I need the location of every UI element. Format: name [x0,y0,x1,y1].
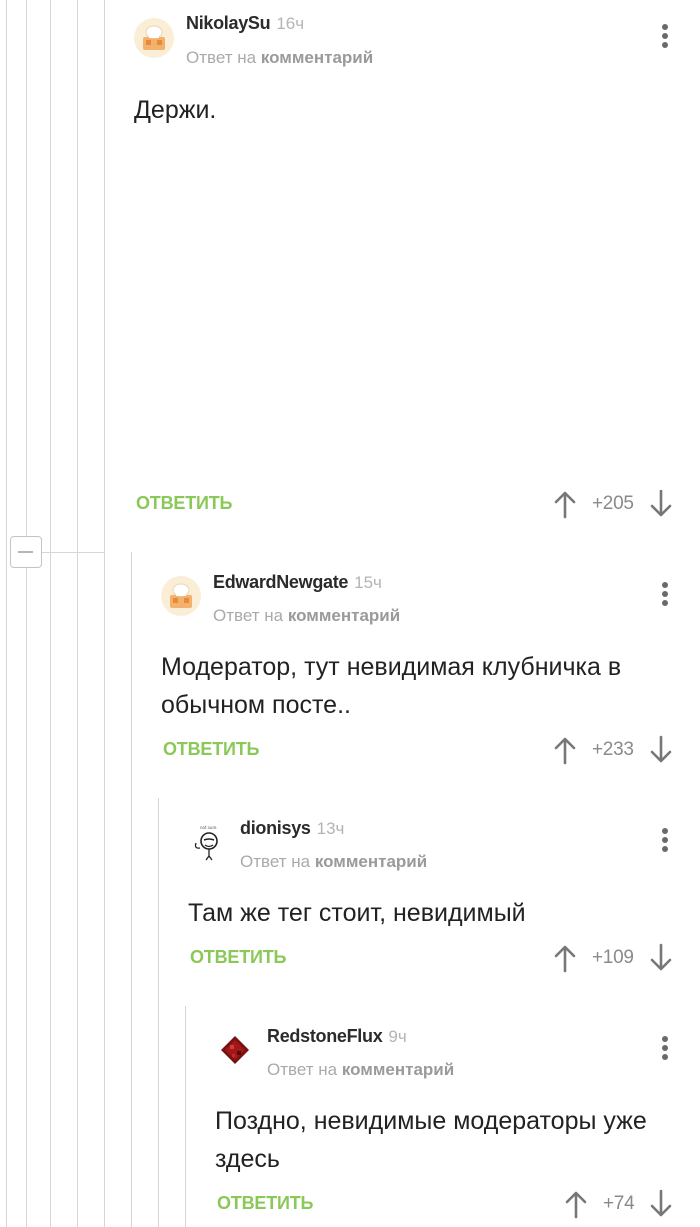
downvote-icon[interactable] [648,943,674,973]
comment-author[interactable]: dionisys 13ч [240,818,344,839]
thread-line [50,0,51,1227]
comment-author[interactable]: RedstoneFlux 9ч [267,1026,407,1047]
thread-line [158,798,159,1227]
rating: +74 [603,1193,635,1214]
reply-link[interactable]: комментарий [261,48,373,67]
chef-hat-avatar-icon[interactable] [134,18,174,58]
comment: EdwardNewgate 15ч Ответ на комментарий Мо… [161,560,700,780]
comment-time: 15ч [354,573,382,592]
reply-to-line: Ответ на комментарий [213,606,400,626]
thread-line [6,0,7,1227]
rating: +205 [592,493,634,514]
collapse-thread-button[interactable] [10,536,42,568]
comment-author[interactable]: EdwardNewgate 15ч [213,572,382,593]
reply-link[interactable]: комментарий [288,606,400,625]
thread-line [104,0,105,1227]
more-options-icon[interactable] [658,582,672,612]
comment-text: Там же тег стоит, невидимый [188,899,526,927]
upvote-icon[interactable] [552,489,578,519]
comment-author[interactable]: NikolaySu 16ч [186,13,304,34]
comment-time: 9ч [388,1027,407,1046]
reply-button[interactable]: ОТВЕТИТЬ [217,1193,313,1214]
reply-prefix: Ответ на [267,1060,338,1079]
chef-hat-avatar-icon[interactable] [161,576,201,616]
reply-to-line: Ответ на комментарий [267,1060,454,1080]
comment: RedstoneFlux 9ч Ответ на комментарий Позд… [215,1014,700,1227]
comment: NikolaySu 16ч Ответ на комментарий Держи.… [134,0,700,540]
reply-link[interactable]: комментарий [315,852,427,871]
downvote-icon[interactable] [648,489,674,519]
thread-line [77,0,78,1227]
svg-text:not sure: not sure [200,825,217,830]
vote-controls: +233 [552,735,674,765]
comment-time: 13ч [316,819,345,838]
upvote-icon[interactable] [552,735,578,765]
author-name[interactable]: NikolaySu [186,13,271,33]
comment-text: Модератор, тут невидимая клубничка в обы… [161,653,622,719]
thread-line [185,1006,186,1227]
more-options-icon[interactable] [658,24,672,54]
reply-to-line: Ответ на комментарий [240,852,427,872]
reply-to-line: Ответ на комментарий [186,48,373,68]
reply-link[interactable]: комментарий [342,1060,454,1079]
comment-text: Держи. [134,96,217,124]
reply-prefix: Ответ на [240,852,311,871]
thread-line [26,0,27,1227]
reply-prefix: Ответ на [213,606,284,625]
thread-line [131,552,132,1227]
thread-connector [42,552,104,553]
upvote-icon[interactable] [563,1189,589,1219]
reply-prefix: Ответ на [186,48,257,67]
vote-controls: +74 [563,1189,674,1219]
reply-button[interactable]: ОТВЕТИТЬ [190,947,286,968]
redstone-avatar-icon[interactable] [215,1030,255,1070]
vote-controls: +205 [552,489,674,519]
upvote-icon[interactable] [552,943,578,973]
author-name[interactable]: RedstoneFlux [267,1026,383,1046]
rating: +109 [592,947,634,968]
more-options-icon[interactable] [658,828,672,858]
downvote-icon[interactable] [648,735,674,765]
comment-text: Поздно, невидимые модераторы уже здесь [215,1107,647,1173]
author-name[interactable]: dionisys [240,818,311,838]
rating: +233 [592,739,634,760]
vote-controls: +109 [552,943,674,973]
reply-button[interactable]: ОТВЕТИТЬ [136,493,232,514]
comment: not sure dionisys 13ч Ответ на комментари… [188,806,700,996]
downvote-icon[interactable] [648,1189,674,1219]
author-name[interactable]: EdwardNewgate [213,572,348,592]
stick-figure-avatar-icon[interactable]: not sure [188,822,228,862]
more-options-icon[interactable] [658,1036,672,1066]
reply-button[interactable]: ОТВЕТИТЬ [163,739,259,760]
comment-time: 16ч [276,14,305,33]
